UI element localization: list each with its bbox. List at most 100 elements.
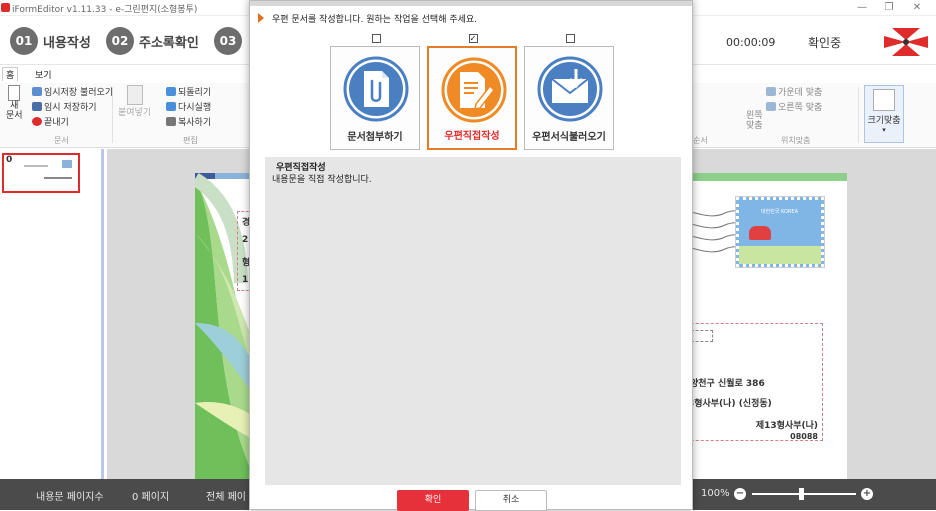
page-thumbnail[interactable]: 0: [2, 153, 80, 193]
group-document-label: 문서: [54, 136, 69, 145]
zoom-out-button[interactable]: −: [734, 488, 746, 500]
ribbon-separator: [858, 87, 859, 143]
new-document-label: 새 문서: [6, 101, 23, 121]
minimize-button[interactable]: —: [850, 1, 874, 14]
description-panel: 우편직접작성 내용문을 직접 작성합니다.: [265, 157, 681, 485]
copy-label: 복사하기: [178, 118, 212, 128]
recipient-name: 제13형사부(나): [755, 421, 818, 431]
option-label: 우편직접작성: [444, 131, 500, 142]
temp-save-button[interactable]: 임시 저장하기: [32, 100, 97, 113]
zoom-slider-handle[interactable]: [799, 488, 805, 500]
option-load-template: 우편서식불러오기: [524, 34, 616, 150]
redo-icon: [166, 102, 176, 111]
step-number: 01: [10, 27, 38, 55]
brand-logo: [884, 28, 928, 56]
option-checkbox-checked[interactable]: ✓: [468, 34, 478, 43]
option-attach-document: 문서첨부하기: [330, 34, 422, 150]
redo-button[interactable]: 다시실행: [166, 100, 211, 113]
exit-button[interactable]: 끝내기: [32, 115, 69, 128]
new-document-button[interactable]: 새 문서: [6, 85, 23, 121]
thumbnail-lines: [24, 165, 48, 167]
paste-icon: [126, 85, 143, 105]
pencil-document-icon: [441, 57, 507, 123]
dialog-instruction: 우편 문서를 작성합니다. 원하는 작업을 선택해 주세요.: [272, 15, 478, 25]
option-label: 문서첨부하기: [347, 132, 403, 143]
paperclip-document-icon: [343, 56, 409, 122]
copy-icon: [166, 117, 176, 126]
envelope-download-icon: [537, 56, 603, 122]
dialog-titlebar: [250, 1, 692, 6]
dropdown-arrow-icon: ▾: [882, 126, 886, 134]
fit-size-button[interactable]: 크기맞춤 ▾: [864, 85, 904, 143]
align-center-label: 가운데 맞춤: [778, 88, 823, 98]
folder-icon: [32, 87, 42, 96]
save-icon: [32, 102, 42, 111]
step-label: 내용작성: [43, 35, 91, 51]
new-document-icon: [8, 85, 21, 101]
tab-home[interactable]: 홈: [2, 67, 19, 81]
elapsed-timer: 00:00:09: [726, 36, 776, 49]
app-icon: [1, 3, 10, 12]
paste-label: 붙여넣기: [118, 108, 152, 118]
left-char: 2: [242, 235, 249, 245]
arrow-right-icon: [258, 13, 264, 23]
group-position-label: 위치맞춤: [781, 136, 811, 145]
content-pages-value: 0 페이지: [132, 492, 170, 503]
step-three[interactable]: 03: [214, 27, 247, 55]
temp-load-button[interactable]: 임시저장 불러오기: [32, 85, 113, 98]
thumbnail-panel: 0: [0, 149, 104, 479]
option-checkbox[interactable]: [371, 34, 381, 43]
step-content-writing[interactable]: 01 내용작성: [10, 27, 91, 55]
paste-button[interactable]: 붙여넣기: [118, 85, 151, 118]
exit-label: 끝내기: [44, 118, 69, 128]
option-card-load-template[interactable]: 우편서식불러오기: [524, 46, 614, 150]
postage-stamp[interactable]: 대한민국 KOREA: [735, 196, 825, 268]
fit-size-icon: [873, 89, 895, 111]
step-number: 02: [106, 27, 134, 55]
undo-icon: [166, 87, 176, 96]
undo-button[interactable]: 되돌리기: [166, 85, 211, 98]
step-number: 03: [214, 27, 242, 55]
group-edit-label: 편집: [183, 136, 198, 145]
align-right-button[interactable]: 오른쪽 맞춤: [766, 100, 822, 113]
tab-view[interactable]: 보기: [32, 68, 55, 81]
fit-size-label: 크기맞춤: [867, 116, 901, 126]
mailbox-icon: [749, 226, 771, 240]
left-char: 1: [242, 275, 249, 285]
redo-label: 다시실행: [178, 103, 212, 113]
align-right-icon: [766, 102, 776, 111]
temp-load-label: 임시저장 불러오기: [44, 88, 114, 98]
undo-label: 되돌리기: [178, 88, 212, 98]
confirm-button[interactable]: 확인: [397, 490, 469, 511]
content-pages-label: 내용문 페이지수: [36, 492, 104, 503]
thumbnail-lines: [44, 177, 72, 179]
restore-button[interactable]: ❐: [877, 1, 901, 14]
copy-button[interactable]: 복사하기: [166, 115, 211, 128]
group-order-label: 순서: [693, 136, 708, 145]
step-address-check[interactable]: 02 주소록확인: [106, 27, 199, 55]
ribbon-separator: [112, 87, 113, 143]
temp-save-label: 임시 저장하기: [44, 103, 97, 113]
cancel-button[interactable]: 취소: [475, 490, 547, 511]
exit-icon: [32, 117, 42, 126]
align-left-label: 왼쪽 맞춤: [746, 111, 763, 131]
align-right-label: 오른쪽 맞춤: [778, 103, 823, 113]
align-center-button[interactable]: 가운데 맞춤: [766, 85, 822, 98]
option-checkbox[interactable]: [565, 34, 575, 43]
description-text: 내용문을 직접 작성합니다.: [272, 175, 372, 185]
option-card-direct-write[interactable]: 우편직접작성: [427, 46, 517, 150]
align-left-button[interactable]: 왼쪽 맞춤: [746, 111, 763, 131]
option-card-attach[interactable]: 문서첨부하기: [330, 46, 420, 150]
total-pages-label: 전체 페이: [206, 492, 246, 503]
option-direct-write: ✓ 우편직접작성: [427, 34, 519, 150]
thumbnail-stamp: [62, 160, 72, 168]
status-indicator: 확인중: [808, 36, 842, 50]
grass-shape: [739, 246, 821, 264]
window-title: iFormEditor v1.11.33 - e-그린편지(소형봉투): [12, 5, 198, 15]
close-window-button[interactable]: ✕: [905, 1, 929, 14]
step-label: 주소록확인: [139, 35, 199, 51]
zoom-in-button[interactable]: +: [861, 488, 873, 500]
option-label: 우편서식불러오기: [532, 132, 606, 143]
stamp-text: 대한민국 KOREA: [761, 209, 798, 215]
thumbnail-page-number: 0: [6, 155, 13, 165]
